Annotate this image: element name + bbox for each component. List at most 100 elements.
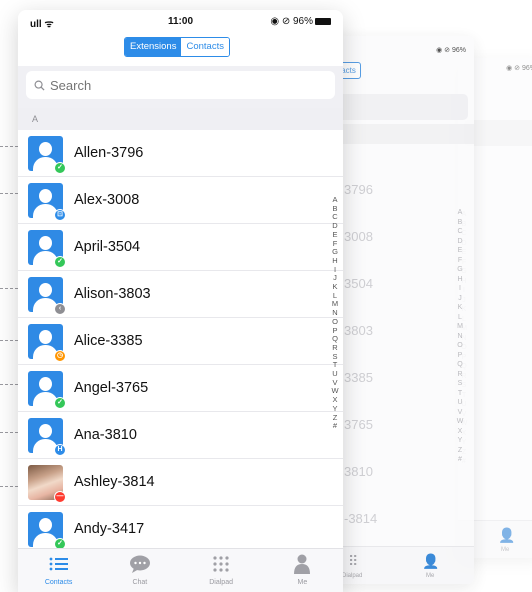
bg-contact-name: 3803 <box>344 323 373 338</box>
bg-search <box>336 94 468 120</box>
bg-index-letter: S <box>457 380 463 387</box>
contact-row[interactable]: — Ashley-3814 <box>18 459 343 506</box>
tab-label: Chat <box>132 579 148 586</box>
bg-index-letter: V <box>457 408 463 416</box>
tab-label: Dialpad <box>209 579 233 586</box>
bg-index-letter: X <box>457 427 463 435</box>
extensions-contacts-toggle: Extensions Contacts <box>124 37 230 57</box>
bg-tab-label: Me <box>501 547 510 553</box>
bg-index-letter: A <box>457 209 463 216</box>
background-screen-middle: ◉ ⊘ 96% tacts 3796 3008 3504 3803 3385 3765 38… <box>330 36 474 584</box>
bg-index-letter: G <box>457 266 463 273</box>
tab-me-nav[interactable]: Me <box>262 549 343 592</box>
bg-contact-name: 3796 <box>344 182 373 197</box>
person-icon: 👤 <box>422 553 440 569</box>
presence-check-icon: ✓ <box>54 397 66 409</box>
presence-H-icon: H <box>54 444 66 456</box>
contact-row[interactable]: ⊡ Alex-3008 <box>18 177 343 224</box>
presence-away-icon: ‹ <box>54 303 66 315</box>
person-icon: 👤 <box>498 527 516 543</box>
contact-row[interactable]: ✓ Allen-3796 <box>18 130 343 177</box>
status-bar: ull ᯤ 11:00 ◉ ⊘ 96% <box>18 10 343 36</box>
main-screen: ull ᯤ 11:00 ◉ ⊘ 96% Extensions Contacts … <box>18 10 343 592</box>
contact-name: Angel-3765 <box>74 380 149 396</box>
bg-index-letter: R <box>457 370 463 378</box>
guide-line <box>0 432 18 433</box>
bg-index-letter: U <box>457 399 463 406</box>
bg-index-letter: K <box>457 304 463 311</box>
bg-index-letter: I <box>459 285 461 292</box>
bg-status-bar: ◉ ⊘ 96% <box>436 47 466 54</box>
bg-contact-name: 3385 <box>344 370 373 385</box>
bg-index-letter: N <box>457 332 463 340</box>
presence-lock-icon: ⊡ <box>54 209 66 221</box>
contact-row[interactable]: ‹ Alison-3803 <box>18 271 343 318</box>
bg-index-letter: O <box>457 342 463 349</box>
search-input[interactable] <box>50 77 290 93</box>
section-header: A <box>18 108 343 130</box>
bg-index-letter: Y <box>457 437 463 444</box>
battery-text: ◉ ⊘ 96% <box>270 16 313 27</box>
bg-contact-name: 3810 <box>344 464 373 479</box>
contact-name: Andy-3417 <box>74 521 145 537</box>
contact-row[interactable]: ✓ Andy-3417 <box>18 506 343 553</box>
bg-index-letter: L <box>458 313 462 321</box>
bg-index-letter: Z <box>457 446 463 454</box>
bg-contact-name: 3504 <box>344 276 373 291</box>
bg-index-letter: T <box>457 389 463 397</box>
contact-name: Allen-3796 <box>74 145 144 161</box>
bg-tab-label: Me <box>426 573 435 579</box>
bg-tab-label: Dialpad <box>342 573 363 579</box>
contact-name: Alex-3008 <box>74 192 140 208</box>
bg-index-letter: P <box>457 351 463 359</box>
bg-tab-bar: ⠿ Dialpad 👤 Me <box>330 546 474 584</box>
bg-index-letter: F <box>457 256 463 264</box>
dialpad-icon <box>181 554 262 574</box>
bg-contact-name: 3765 <box>344 417 373 432</box>
bg-section-header <box>330 124 474 144</box>
contact-name: April-3504 <box>74 239 141 255</box>
guide-line <box>0 146 18 147</box>
guide-line <box>0 384 18 385</box>
presence-busy-icon: — <box>54 491 66 503</box>
search-icon <box>34 80 45 91</box>
index-letter[interactable]: # <box>330 422 340 431</box>
presence-clock-icon: ◷ <box>54 350 66 362</box>
tab-extensions[interactable]: Extensions <box>125 38 182 56</box>
tab-label: Me <box>297 579 308 586</box>
search-bar <box>18 66 343 108</box>
bg-index-letter: J <box>458 294 462 302</box>
contact-row[interactable]: H Ana-3810 <box>18 412 343 459</box>
bg-index-letter: B <box>457 218 463 226</box>
presence-check-icon: ✓ <box>54 162 66 174</box>
tab-dialpad-nav[interactable]: Dialpad <box>181 549 262 592</box>
contact-name: Ana-3810 <box>74 427 137 443</box>
bg-index-letter: W <box>456 418 464 425</box>
status-right: ◉ ⊘ 96% <box>270 16 331 27</box>
bg-index-letter: M <box>457 323 463 330</box>
bg-index-letter: C <box>457 228 463 235</box>
dialpad-icon: ⠿ <box>348 553 359 569</box>
contact-row[interactable]: ✓ April-3504 <box>18 224 343 271</box>
guide-line <box>0 486 18 487</box>
search-field[interactable] <box>26 71 335 99</box>
person-icon <box>262 554 343 574</box>
chat-bubble-icon <box>99 554 180 574</box>
bg-contact-name: -3814 <box>344 511 378 526</box>
bg-search <box>464 120 532 146</box>
guide-line <box>0 340 18 341</box>
presence-check-icon: ✓ <box>54 256 66 268</box>
contact-row[interactable]: ◷ Alice-3385 <box>18 318 343 365</box>
tab-label: Contacts <box>44 579 73 586</box>
list-icon <box>18 554 99 574</box>
tab-bar: Contacts Chat Dialpad Me <box>18 548 343 592</box>
bg-index-letter: Q <box>457 361 463 368</box>
tab-chat-nav[interactable]: Chat <box>99 549 180 592</box>
contact-name: Alice-3385 <box>74 333 143 349</box>
bg-index-letter: E <box>457 247 463 254</box>
contact-row[interactable]: ✓ Angel-3765 <box>18 365 343 412</box>
tab-contacts-nav[interactable]: Contacts <box>18 549 99 592</box>
guide-line <box>0 193 18 194</box>
alphabet-index[interactable]: A B C D E F G H I J K L M N O P Q R S T U V W X Y Z # <box>330 195 340 431</box>
tab-contacts[interactable]: Contacts <box>181 38 229 56</box>
